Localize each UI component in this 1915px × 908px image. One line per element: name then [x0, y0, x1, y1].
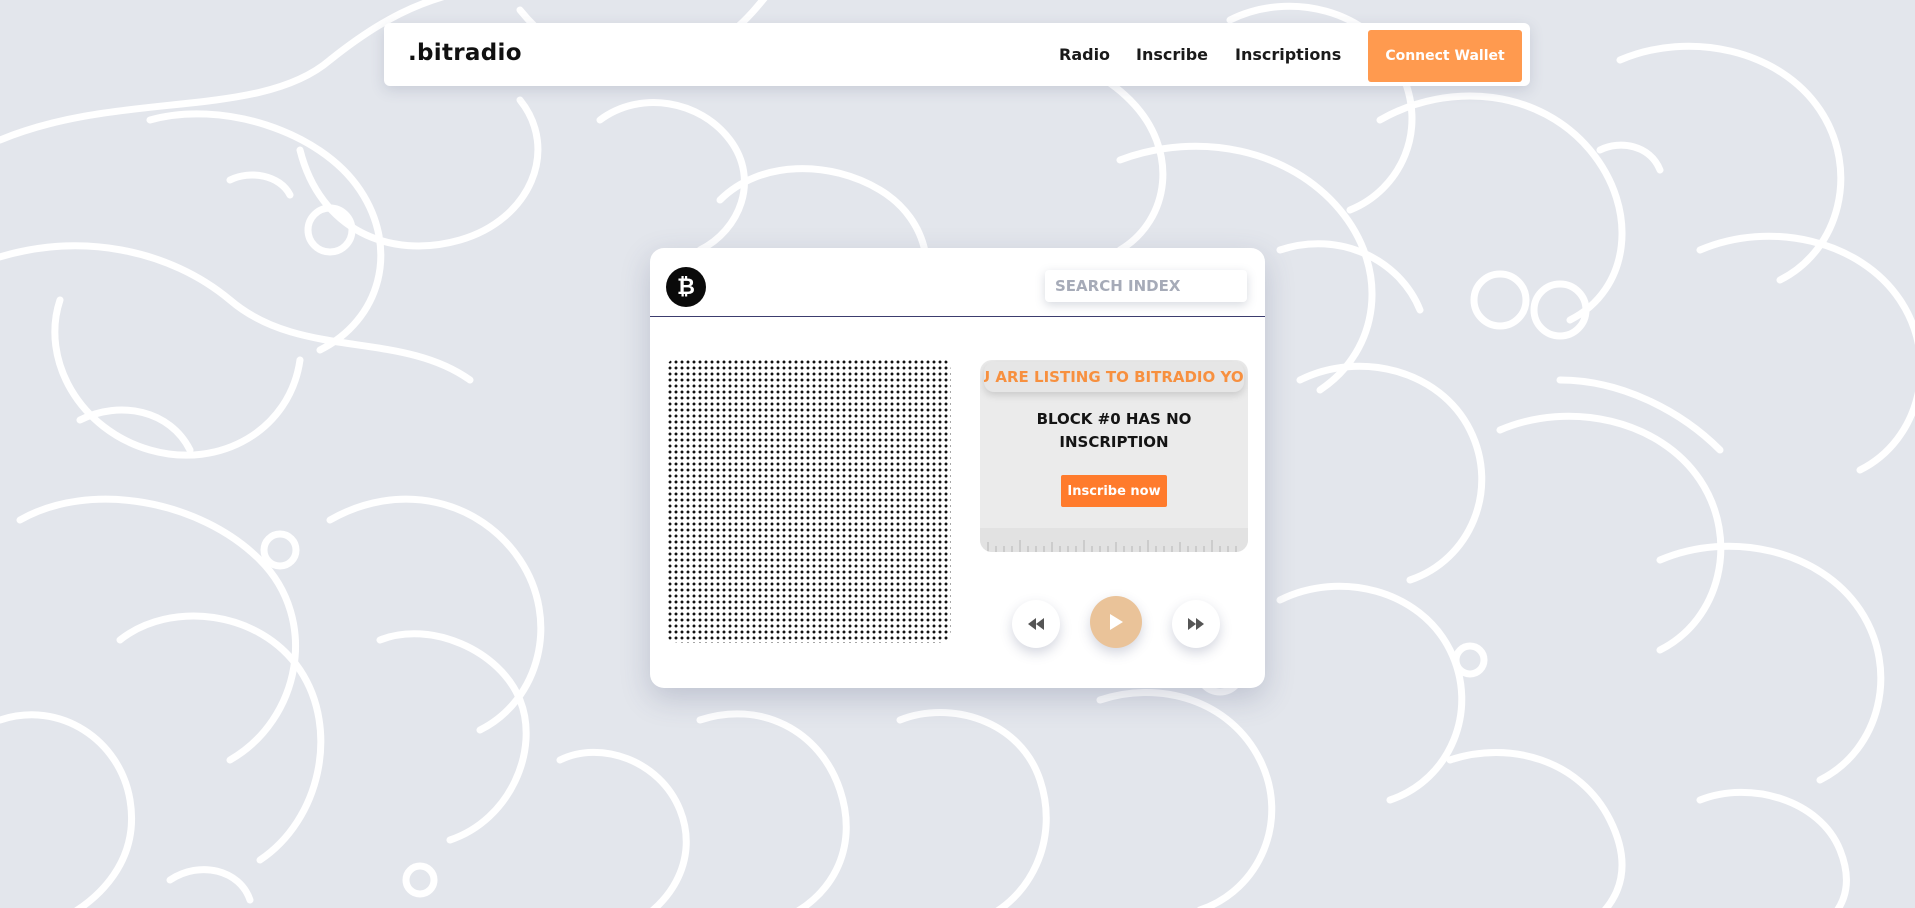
- rewind-icon: [1028, 618, 1044, 630]
- nav-link-inscribe[interactable]: Inscribe: [1136, 45, 1208, 64]
- bitcoin-icon: ₿: [666, 267, 706, 307]
- play-icon: [1110, 614, 1123, 630]
- fast-forward-button[interactable]: [1172, 600, 1220, 648]
- nav-link-radio[interactable]: Radio: [1059, 45, 1110, 64]
- connect-wallet-button[interactable]: Connect Wallet: [1368, 30, 1522, 82]
- rewind-button[interactable]: [1012, 600, 1060, 648]
- inscribe-now-button[interactable]: Inscribe now: [1061, 475, 1167, 507]
- play-button[interactable]: [1090, 596, 1142, 648]
- tuning-scale: [980, 528, 1248, 552]
- fast-forward-icon: [1188, 618, 1204, 630]
- no-inscription-message: BLOCK #0 HAS NO INSCRIPTION: [1036, 410, 1192, 451]
- brand-logo[interactable]: .bitradio: [408, 40, 522, 66]
- ticker-text: U ARE LISTING TO BITRADIO YO: [984, 368, 1244, 386]
- header-divider: [650, 316, 1265, 317]
- now-playing-ticker: U ARE LISTING TO BITRADIO YO: [984, 362, 1244, 392]
- speaker-grille: [666, 358, 951, 643]
- top-navbar: .bitradio Radio Inscribe Inscriptions Co…: [384, 23, 1530, 86]
- nav-link-inscriptions[interactable]: Inscriptions: [1235, 45, 1341, 64]
- radio-player: ₿ U ARE LISTING TO BITRADIO YO BLOCK #0 …: [650, 248, 1265, 688]
- search-index-input[interactable]: [1045, 270, 1247, 302]
- radio-display: U ARE LISTING TO BITRADIO YO BLOCK #0 HA…: [980, 360, 1248, 552]
